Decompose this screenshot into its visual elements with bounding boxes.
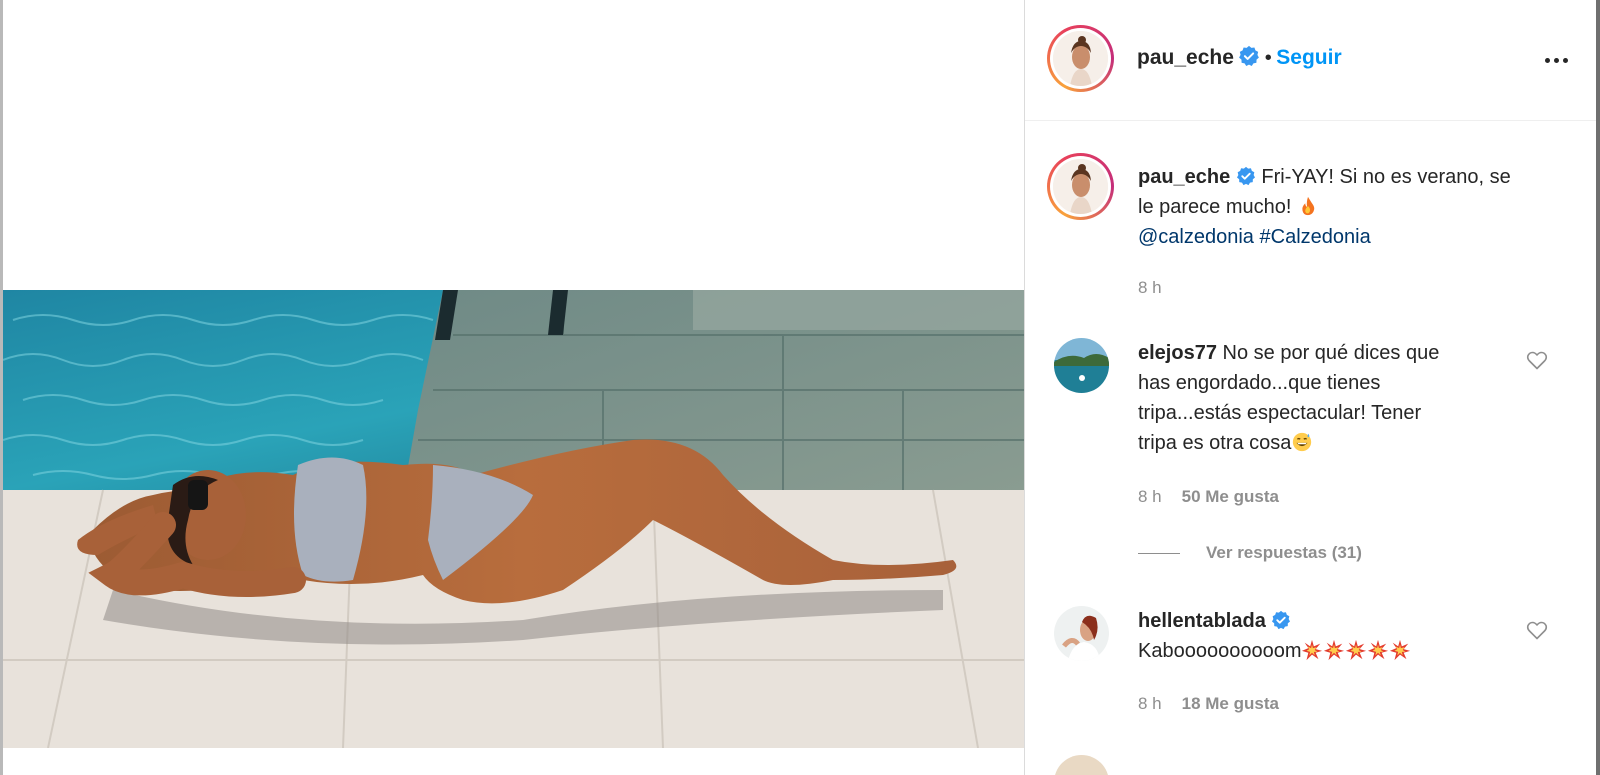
verified-badge-icon bbox=[1272, 610, 1291, 630]
collision-emoji-icon bbox=[1302, 639, 1323, 661]
media-pane bbox=[3, 0, 1024, 775]
post-photo[interactable] bbox=[3, 290, 1024, 748]
comment-likes[interactable]: 50 Me gusta bbox=[1182, 487, 1279, 506]
post-side-panel: pau_eche • Seguir pau_eche Fri-YAY! Si n… bbox=[1025, 0, 1596, 775]
follow-button[interactable]: Seguir bbox=[1276, 46, 1341, 69]
caption-author-avatar[interactable] bbox=[1047, 153, 1114, 220]
commenter-avatar[interactable] bbox=[1054, 755, 1109, 775]
caption-username[interactable]: pau_eche bbox=[1138, 166, 1230, 188]
caption-text: pau_eche Fri-YAY! Si no es verano, se le… bbox=[1138, 162, 1568, 252]
collision-emoji-icon bbox=[1368, 639, 1389, 661]
comment-text: hellentablada Kaboooooooooom bbox=[1138, 606, 1508, 666]
hashtag-link[interactable]: #Calzedonia bbox=[1260, 226, 1371, 248]
heart-outline-icon[interactable] bbox=[1525, 348, 1549, 372]
caption-line-2: le parece mucho! bbox=[1138, 196, 1292, 218]
commenter-avatar[interactable] bbox=[1054, 606, 1109, 661]
fire-emoji-icon bbox=[1302, 196, 1315, 216]
author-username[interactable]: pau_eche bbox=[1137, 46, 1234, 69]
collision-emoji-icon bbox=[1346, 639, 1367, 661]
post-header: pau_eche • Seguir bbox=[1025, 0, 1596, 121]
author-avatar[interactable] bbox=[1047, 25, 1114, 92]
comment-username[interactable]: elejos77 bbox=[1138, 342, 1217, 364]
comment-text-line-3: tripa...estás espectacular! Tener bbox=[1138, 402, 1422, 424]
caption-line-1: Fri-YAY! Si no es verano, se bbox=[1261, 166, 1511, 188]
commenter-avatar[interactable] bbox=[1054, 338, 1109, 393]
window-right-border bbox=[1596, 0, 1600, 775]
comment-timestamp[interactable]: 8 h bbox=[1138, 487, 1162, 506]
collision-emoji-icon bbox=[1324, 639, 1345, 661]
header-separator: • bbox=[1264, 47, 1272, 69]
comment-text-line-4: tripa es otra cosa bbox=[1138, 432, 1292, 454]
verified-badge-icon bbox=[1239, 45, 1260, 66]
more-options-icon[interactable] bbox=[1541, 50, 1571, 70]
comment-text-body: Kaboooooooooom bbox=[1138, 640, 1302, 662]
replies-divider-line bbox=[1138, 552, 1180, 554]
heart-outline-icon[interactable] bbox=[1525, 618, 1549, 642]
comment-text-line-1: No se por qué dices que bbox=[1222, 342, 1440, 364]
caption-timestamp[interactable]: 8 h bbox=[1138, 278, 1162, 298]
collision-emoji-icon bbox=[1390, 639, 1411, 661]
verified-badge-icon bbox=[1236, 166, 1255, 186]
comment-username[interactable]: hellentablada bbox=[1138, 610, 1266, 632]
comment-meta: 8 h 50 Me gusta bbox=[1138, 487, 1279, 507]
grinning-sweat-emoji-icon bbox=[1293, 432, 1312, 452]
view-replies-label: Ver respuestas (31) bbox=[1206, 543, 1362, 562]
comment-meta: 8 h 18 Me gusta bbox=[1138, 694, 1279, 714]
comment-timestamp[interactable]: 8 h bbox=[1138, 694, 1162, 713]
view-replies-button[interactable]: Ver respuestas (31) bbox=[1138, 543, 1362, 563]
comment-text: elejos77 No se por qué dices que has eng… bbox=[1138, 338, 1508, 458]
comment-text-line-2: has engordado...que tienes bbox=[1138, 372, 1381, 394]
collision-emoji-row bbox=[1301, 639, 1411, 662]
comment-likes[interactable]: 18 Me gusta bbox=[1182, 694, 1279, 713]
pool-photo-image bbox=[3, 290, 1024, 748]
mention-link[interactable]: @calzedonia bbox=[1138, 226, 1254, 248]
